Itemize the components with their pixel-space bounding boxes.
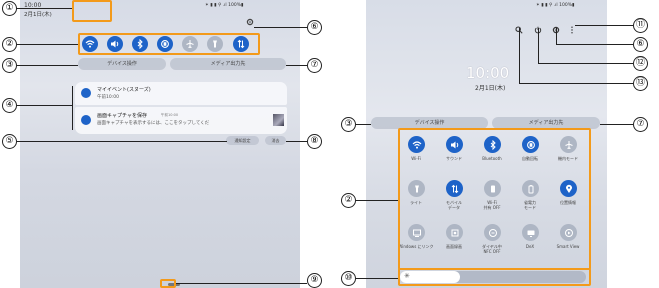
leader-line xyxy=(17,8,72,9)
highlight-handle xyxy=(160,279,176,288)
callout-7-right: ⑦ xyxy=(633,117,648,132)
callout-2: ② xyxy=(2,37,17,52)
leader-line xyxy=(17,105,72,106)
callout-3-right: ③ xyxy=(341,117,356,132)
notification-card-screenshot[interactable]: 画面キャプチャを保存 午前10:00 画面キャプチャを表示するには、ここをタップ… xyxy=(75,107,287,134)
callout-3: ③ xyxy=(2,58,17,73)
leader-line xyxy=(176,283,307,284)
callout-10: ⑩ xyxy=(341,271,356,286)
callout-6-right: ⑥ xyxy=(633,37,648,52)
notification-title: マイイベント(スヌーズ) xyxy=(97,87,151,93)
highlight-brightness xyxy=(398,268,591,286)
callout-5: ⑤ xyxy=(2,134,17,149)
status-icons: ✶ ▮ ▮ ⚲ .ıl 100%▮ xyxy=(205,3,244,8)
clear-button[interactable]: 消去 xyxy=(265,136,286,145)
callout-6: ⑥ xyxy=(307,20,322,35)
notification-settings-button[interactable]: 通知設定 xyxy=(226,136,259,145)
leader-bracket xyxy=(72,86,73,130)
gear-icon[interactable] xyxy=(552,19,560,34)
callout-11: ⑪ xyxy=(633,18,648,33)
more-options-icon[interactable] xyxy=(570,19,574,34)
leader-line xyxy=(17,44,78,45)
calendar-icon xyxy=(81,88,91,98)
notification-subtitle: 午前10:00 xyxy=(97,95,119,100)
leader-line xyxy=(538,28,539,63)
leader-line xyxy=(17,141,227,142)
highlight-time-date xyxy=(72,0,112,22)
leader-line xyxy=(356,124,371,125)
leader-line xyxy=(17,65,78,66)
callout-4: ④ xyxy=(2,98,17,113)
notification-subtitle: 画面キャプチャを表示するには、ここをタップしてくだ xyxy=(97,121,210,126)
leader-line xyxy=(538,63,633,64)
leader-line xyxy=(356,278,398,279)
screenshot-icon xyxy=(81,115,91,125)
highlight-tile-grid xyxy=(398,128,591,270)
callout-12: ⑫ xyxy=(633,56,648,71)
notification-time: 午前10:00 xyxy=(161,113,179,117)
clock-date: 2月1日(木) xyxy=(475,85,506,92)
callout-13: ⑬ xyxy=(633,76,648,91)
callout-8: ⑧ xyxy=(307,134,322,149)
gear-icon[interactable] xyxy=(246,11,254,26)
notification-title: 画面キャプチャを保存 xyxy=(97,113,147,119)
leader-line xyxy=(556,44,633,45)
device-control-button[interactable]: デバイス操作 xyxy=(78,58,166,70)
leader-line xyxy=(519,83,633,84)
leader-line xyxy=(575,25,633,26)
leader-line xyxy=(600,124,633,125)
leader-line xyxy=(519,28,520,83)
leader-line xyxy=(286,65,307,66)
highlight-quick-buttons xyxy=(78,33,260,55)
status-date: 2月1日(木) xyxy=(24,12,52,18)
leader-line xyxy=(356,200,398,201)
media-output-button[interactable]: メディア出力先 xyxy=(170,58,286,70)
notification-card-event[interactable]: マイイベント(スヌーズ) 午前10:00 xyxy=(75,82,287,105)
callout-2-right: ② xyxy=(341,193,356,208)
search-icon[interactable] xyxy=(515,19,523,34)
callout-7: ⑦ xyxy=(307,58,322,73)
leader-line xyxy=(286,141,307,142)
leader-line xyxy=(556,28,557,44)
callout-1: ① xyxy=(2,1,17,16)
callout-9: ⑨ xyxy=(307,273,322,288)
screenshot-thumbnail xyxy=(273,114,284,126)
leader-line xyxy=(254,27,307,28)
clock-time: 10:00 xyxy=(466,64,510,82)
power-icon[interactable] xyxy=(534,19,542,34)
status-icons: ✶ ▮ ▮ ⚲ .ıl 100%▮ xyxy=(536,3,575,8)
